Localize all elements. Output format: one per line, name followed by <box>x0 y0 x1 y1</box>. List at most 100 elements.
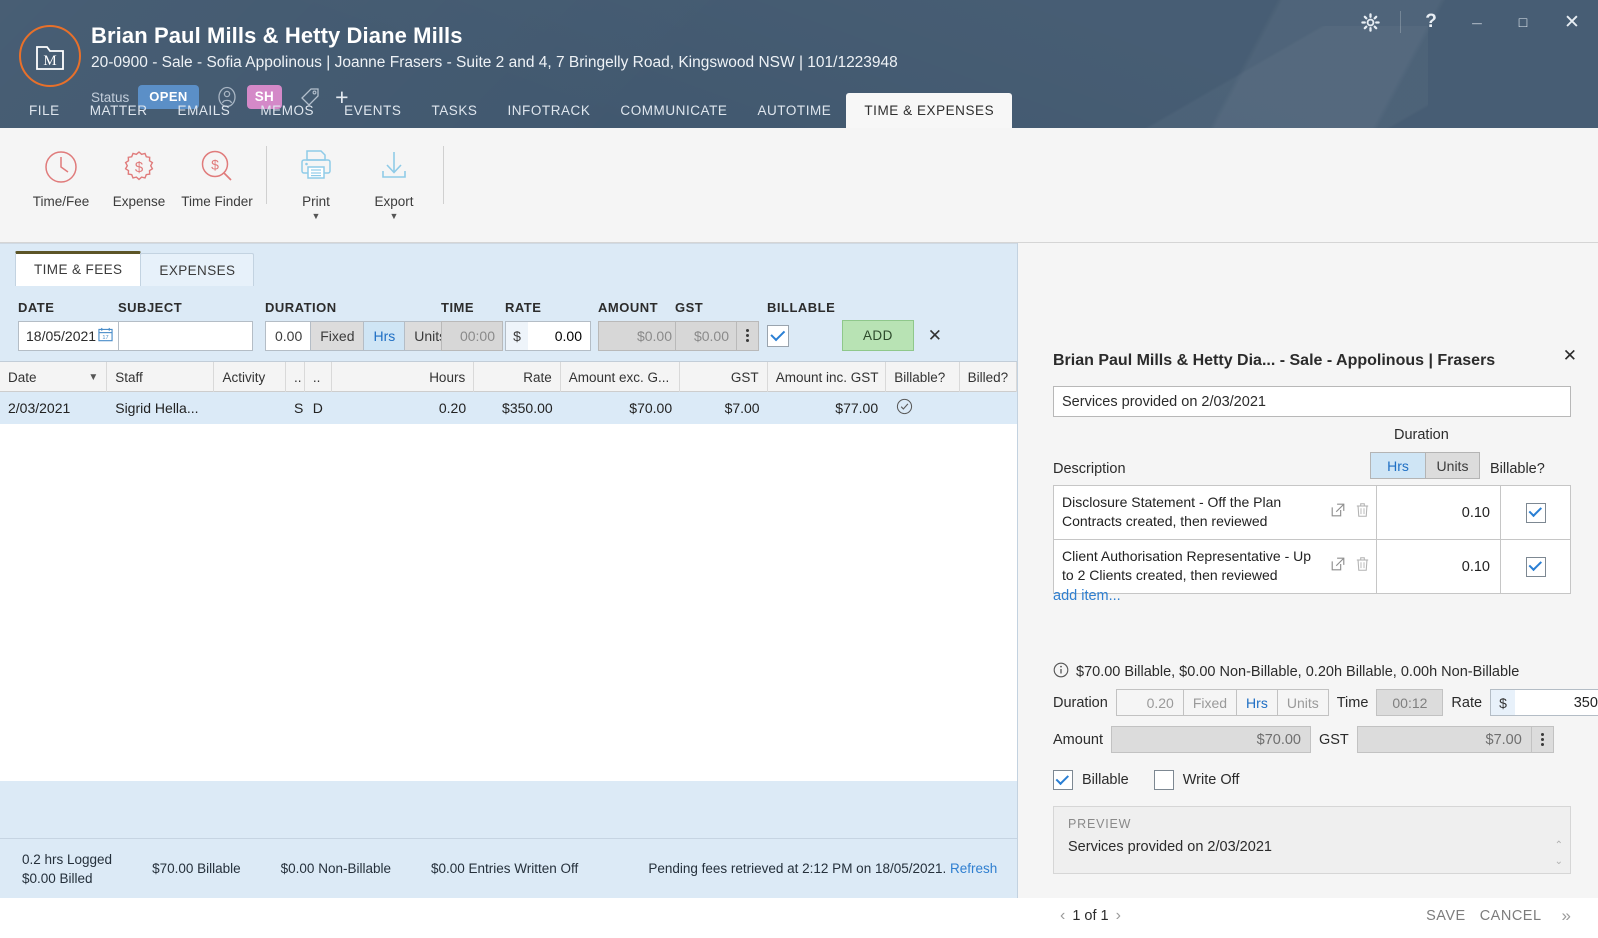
grid-col-activity[interactable]: Activity <box>214 362 286 392</box>
nav-tab-tasks[interactable]: TASKS <box>416 93 492 128</box>
nav-tab-matter[interactable]: MATTER <box>75 93 163 128</box>
header-gst: GST <box>675 300 704 315</box>
item-billable-checkbox[interactable] <box>1525 502 1546 523</box>
grid-col-staff[interactable]: Staff <box>107 362 215 392</box>
list-item[interactable]: Disclosure Statement - Off the Plan Cont… <box>1054 486 1570 540</box>
matter-subtitle: 20-0900 - Sale - Sofia Appolinous | Joan… <box>91 54 898 71</box>
grid-col-amount-exc-gst[interactable]: Amount exc. G... <box>561 362 681 392</box>
add-item-link[interactable]: add item... <box>1053 588 1121 604</box>
item-description: Client Authorisation Representative - Up… <box>1062 548 1312 583</box>
header-billable: BILLABLE <box>767 300 836 315</box>
nav-tab-file[interactable]: FILE <box>14 93 75 128</box>
refresh-link[interactable]: Refresh <box>950 861 997 876</box>
detail-duration-fixed[interactable]: Fixed <box>1183 689 1238 716</box>
detail-rate-input[interactable]: $ 350.00 <box>1490 689 1598 716</box>
right-panel-close-icon[interactable]: ✕ <box>1563 346 1577 366</box>
duration-mode-units[interactable]: Units <box>1425 452 1480 479</box>
sort-descending-icon[interactable]: ▼ <box>88 372 98 383</box>
duration-option-fixed[interactable]: Fixed <box>311 320 365 351</box>
gst-more-options-icon[interactable] <box>1531 726 1554 753</box>
chevron-down-icon[interactable]: ⌄ <box>1555 857 1563 867</box>
open-external-icon[interactable] <box>1330 502 1346 523</box>
billable-checkbox[interactable] <box>767 324 789 347</box>
grid-col-hours[interactable]: Hours <box>332 362 475 392</box>
grid-col-rate[interactable]: Rate <box>474 362 561 392</box>
detail-rate-value[interactable]: 350.00 <box>1515 690 1598 715</box>
ribbon-divider <box>443 146 444 204</box>
amount-label: Amount <box>1053 731 1103 748</box>
ribbon-button-time-fee[interactable]: Time/Fee <box>22 140 100 210</box>
title-bar: M Brian Paul Mills & Hetty Diane Mills 2… <box>0 0 1598 128</box>
preview-scroll-spinner[interactable]: ⌃ ⌄ <box>1555 841 1563 867</box>
next-page-icon[interactable]: › <box>1109 907 1128 925</box>
tab-expenses[interactable]: EXPENSES <box>140 253 255 286</box>
nav-tab-emails[interactable]: EMAILS <box>163 93 246 128</box>
chevron-down-icon[interactable]: ▼ <box>390 211 399 221</box>
grid-col-gst[interactable]: GST <box>680 362 768 392</box>
calendar-icon[interactable]: 17 <box>98 327 113 345</box>
subject-input[interactable] <box>118 320 253 351</box>
duration-mode-toggle: Hrs Units <box>1370 452 1480 479</box>
billable-writeoff-row: Billable Write Off <box>1053 770 1255 790</box>
clear-entry-icon[interactable]: ✕ <box>928 326 942 346</box>
cell-d: D <box>312 400 323 416</box>
trash-icon[interactable] <box>1355 502 1370 523</box>
rate-input[interactable]: $ 0.00 <box>505 320 591 351</box>
ribbon-button-print[interactable]: Print ▼ <box>277 140 355 221</box>
nav-tab-autotime[interactable]: AUTOTIME <box>742 93 846 128</box>
maximize-icon[interactable]: □ <box>1500 0 1546 44</box>
duration-value-input[interactable]: 0.00 <box>265 320 312 351</box>
detail-billable-checkbox[interactable] <box>1053 770 1073 790</box>
save-button[interactable]: SAVE <box>1426 908 1466 924</box>
grid-col-billable[interactable]: Billable? <box>886 362 960 392</box>
ribbon-button-export[interactable]: Export ▼ <box>355 140 433 221</box>
nav-tab-memos[interactable]: MEMOS <box>245 93 329 128</box>
detail-duration-hrs[interactable]: Hrs <box>1237 689 1278 716</box>
cell-date: 2/03/2021 <box>8 400 71 416</box>
duration-option-hrs[interactable]: Hrs <box>364 320 406 351</box>
grid-col-d[interactable]: .. <box>305 362 333 392</box>
svg-text:M: M <box>43 53 56 69</box>
item-duration[interactable]: 0.10 <box>1376 486 1500 539</box>
duration-mode-hrs[interactable]: Hrs <box>1370 452 1425 479</box>
close-icon[interactable]: ✕ <box>1546 0 1598 44</box>
summary-input[interactable]: Services provided on 2/03/2021 <box>1053 386 1571 417</box>
nav-tab-events[interactable]: EVENTS <box>329 93 416 128</box>
right-panel-title: Brian Paul Mills & Hetty Dia... - Sale -… <box>1053 352 1496 369</box>
item-billable-checkbox[interactable] <box>1525 556 1546 577</box>
trash-icon[interactable] <box>1355 556 1370 577</box>
rate-value[interactable]: 0.00 <box>528 322 590 350</box>
header-date: DATE <box>18 300 55 315</box>
add-button[interactable]: ADD <box>842 320 914 351</box>
footer-billed: $0.00 Billed <box>22 870 93 886</box>
gst-label: GST <box>1318 731 1349 748</box>
detail-duration-units[interactable]: Units <box>1277 689 1329 716</box>
grid-col-date[interactable]: Date ▼ <box>0 362 108 392</box>
grid-col-s[interactable]: .. <box>286 362 305 392</box>
nav-tab-infotrack[interactable]: INFOTRACK <box>492 93 605 128</box>
cancel-button[interactable]: CANCEL <box>1480 908 1542 924</box>
gst-input: $0.00 <box>675 320 737 351</box>
nav-tab-communicate[interactable]: COMMUNICATE <box>605 93 742 128</box>
minimize-icon[interactable]: _ <box>1454 0 1500 44</box>
help-icon[interactable]: ? <box>1408 0 1454 44</box>
table-row[interactable]: 2/03/2021 Sigrid Hella... S D 0.20 $350.… <box>0 392 1017 424</box>
tab-time-and-fees[interactable]: TIME & FEES <box>15 251 142 286</box>
write-off-checkbox[interactable] <box>1153 770 1174 790</box>
list-item[interactable]: Client Authorisation Representative - Up… <box>1054 540 1570 594</box>
open-external-icon[interactable] <box>1330 556 1346 577</box>
expand-panel-icon[interactable]: » <box>1562 906 1571 926</box>
grid-col-amount-inc-gst[interactable]: Amount inc. GST <box>768 362 887 392</box>
gst-more-options-icon[interactable] <box>737 320 759 351</box>
previous-page-icon[interactable]: ‹ <box>1053 907 1072 925</box>
chevron-up-icon[interactable]: ⌃ <box>1555 841 1563 851</box>
grid-col-billed[interactable]: Billed? <box>960 362 1017 392</box>
ribbon-button-expense[interactable]: $ Expense <box>100 140 178 210</box>
chevron-down-icon[interactable]: ▼ <box>312 211 321 221</box>
nav-tab-time-and-expenses[interactable]: TIME & EXPENSES <box>846 93 1013 128</box>
item-duration[interactable]: 0.10 <box>1376 540 1500 593</box>
gear-icon[interactable] <box>1344 0 1396 44</box>
date-input[interactable]: 18/05/2021 17 <box>18 320 121 351</box>
ribbon-button-time-finder[interactable]: $ Time Finder <box>178 140 256 210</box>
ribbon-label: Time Finder <box>181 194 253 209</box>
